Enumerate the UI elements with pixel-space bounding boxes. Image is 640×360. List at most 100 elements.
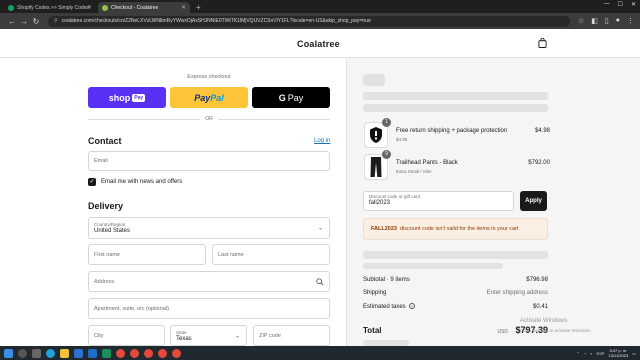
login-link[interactable]: Log in bbox=[314, 138, 330, 144]
taxes-label-group: Estimated taxes? bbox=[363, 303, 415, 310]
first-name-placeholder: First name bbox=[94, 251, 120, 258]
city-field[interactable]: City bbox=[88, 325, 165, 346]
menu-icon[interactable]: ⋮ bbox=[627, 17, 634, 25]
windows-taskbar: ⌃ ◔ ◖ ESP 3:47 p. m. 13/11/2023 ▭ bbox=[0, 346, 640, 360]
browser-tab-bar: Shopify Codes >> Simply Codes ✕ Checkout… bbox=[0, 0, 640, 13]
country-label: Country/Region bbox=[94, 222, 126, 227]
or-text: OR bbox=[205, 116, 213, 122]
forward-icon[interactable]: → bbox=[18, 17, 30, 26]
profile-icon[interactable]: ● bbox=[616, 17, 620, 25]
taxes-value: $0.41 bbox=[532, 303, 548, 310]
address-field[interactable]: Address bbox=[88, 271, 330, 292]
close-tab-icon[interactable]: ✕ bbox=[87, 4, 92, 11]
back-icon[interactable]: ← bbox=[6, 17, 18, 26]
chrome-icon[interactable] bbox=[158, 348, 167, 358]
sidepanel-icon[interactable]: ▯ bbox=[605, 17, 609, 25]
discount-error-message: FALL2023 discount code isn't valid for t… bbox=[363, 218, 548, 240]
item-price: $792.00 bbox=[528, 160, 550, 166]
browser-toolbar: ← → ↻ ⚲ coalatree.com/checkouts/cn/Z2NeL… bbox=[0, 13, 640, 29]
clock[interactable]: 3:47 p. m. 13/11/2023 bbox=[608, 348, 628, 358]
close-tab-icon[interactable]: ✕ bbox=[181, 4, 186, 11]
taxes-label: Estimated taxes bbox=[363, 304, 406, 310]
new-tab-button[interactable]: + bbox=[192, 2, 205, 13]
divider-line bbox=[217, 118, 330, 120]
browser-tab-checkout[interactable]: Checkout - Coalatree ✕ bbox=[98, 2, 190, 13]
apartment-field[interactable]: Apartment, suite, etc (optional) bbox=[88, 298, 330, 319]
shop-pay-text: shop bbox=[108, 92, 131, 103]
currency-code: USD bbox=[497, 329, 508, 335]
subtotal-value: $796.98 bbox=[526, 277, 548, 283]
error-text: discount code isn't valid for the items … bbox=[399, 226, 519, 232]
subtotal-row: Subtotal · 9 items $796.98 bbox=[363, 277, 548, 283]
bookmark-star-icon[interactable]: ☆ bbox=[578, 17, 584, 25]
tray-chevron-icon[interactable]: ⌃ bbox=[576, 351, 579, 356]
newsletter-label: Email me with news and offers bbox=[101, 179, 183, 185]
clock-date: 13/11/2023 bbox=[608, 353, 629, 358]
volume-icon[interactable]: ◖ bbox=[590, 351, 592, 356]
chrome-icon[interactable] bbox=[172, 348, 181, 358]
or-divider: OR bbox=[88, 115, 330, 123]
zip-field[interactable]: ZIP code bbox=[253, 325, 330, 346]
reload-icon[interactable]: ↻ bbox=[30, 17, 42, 26]
item-name: Trailhead Pants - Black bbox=[396, 160, 458, 166]
loading-placeholder bbox=[363, 263, 503, 269]
error-code: FALL2023 bbox=[371, 226, 397, 232]
minimize-icon[interactable]: — bbox=[604, 1, 610, 8]
close-window-icon[interactable]: ✕ bbox=[631, 1, 636, 8]
divider-line bbox=[88, 118, 201, 120]
file-explorer-icon[interactable] bbox=[60, 348, 69, 358]
newsletter-checkbox[interactable]: ✓ bbox=[88, 178, 96, 186]
item-price: $4.98 bbox=[534, 128, 550, 134]
first-name-field[interactable]: First name bbox=[88, 244, 206, 265]
chrome-icon[interactable] bbox=[130, 348, 139, 358]
google-pay-button[interactable]: G Pay bbox=[252, 87, 330, 108]
tab-title: Shopify Codes >> Simply Codes bbox=[17, 4, 89, 11]
email-placeholder: Email bbox=[94, 158, 108, 164]
shopping-bag-icon[interactable] bbox=[538, 38, 547, 48]
chrome-icon[interactable] bbox=[116, 348, 125, 358]
paypal-logo-part2: Pal bbox=[210, 92, 224, 103]
email-field[interactable]: Email bbox=[88, 151, 330, 171]
task-view-icon[interactable] bbox=[32, 348, 41, 358]
country-select[interactable]: Country/Region United States ⌄ bbox=[88, 217, 330, 239]
shop-pay-button[interactable]: shop Pay bbox=[88, 87, 166, 108]
shipping-label: Shipping bbox=[363, 290, 387, 296]
discount-code-input[interactable]: Discount code or gift card fall2023 bbox=[363, 191, 514, 211]
chevron-down-icon: ⌄ bbox=[317, 225, 323, 232]
app-icon[interactable] bbox=[102, 348, 111, 358]
info-icon[interactable]: ? bbox=[408, 303, 415, 309]
window-controls: — ☐ ✕ bbox=[604, 1, 636, 8]
maximize-icon[interactable]: ☐ bbox=[618, 1, 623, 8]
windows-start-icon[interactable] bbox=[4, 348, 13, 358]
chrome-icon[interactable] bbox=[144, 348, 153, 358]
state-select[interactable]: State Texas ⌄ bbox=[170, 325, 247, 346]
address-bar[interactable]: ⚲ coalatree.com/checkouts/cn/Z2NeLXVzLWN… bbox=[48, 15, 570, 27]
network-icon[interactable]: ◔ bbox=[584, 351, 586, 356]
quantity-badge: 9 bbox=[382, 150, 391, 159]
mail-icon[interactable] bbox=[88, 348, 97, 358]
apply-discount-button[interactable]: Apply bbox=[520, 191, 547, 211]
discount-label: Discount code or gift card bbox=[369, 194, 421, 199]
site-info-icon[interactable]: ⚲ bbox=[54, 18, 58, 24]
quantity-badge: 1 bbox=[382, 118, 391, 127]
taxes-row: Estimated taxes? $0.41 bbox=[363, 303, 548, 310]
paypal-button[interactable]: Pay Pal bbox=[170, 87, 248, 108]
state-label: State bbox=[176, 329, 187, 335]
language-indicator[interactable]: ESP bbox=[596, 351, 604, 356]
loading-placeholder bbox=[363, 251, 548, 259]
edge-icon[interactable] bbox=[46, 348, 55, 358]
shop-pay-badge: Pay bbox=[132, 93, 146, 102]
express-checkout-buttons: shop Pay Pay Pal G Pay bbox=[88, 87, 330, 108]
extensions-icon[interactable]: ◧ bbox=[591, 17, 598, 25]
system-tray: ⌃ ◔ ◖ ESP 3:47 p. m. 13/11/2023 ▭ bbox=[576, 346, 636, 360]
loading-placeholder bbox=[363, 104, 548, 112]
store-name[interactable]: Coalatree bbox=[297, 39, 340, 49]
store-icon[interactable] bbox=[74, 348, 83, 358]
notifications-icon[interactable]: ▭ bbox=[632, 351, 636, 356]
search-icon[interactable] bbox=[18, 348, 27, 358]
checkout-form: Express checkout shop Pay Pay Pal G Pay O… bbox=[0, 58, 346, 346]
newsletter-option[interactable]: ✓ Email me with news and offers bbox=[88, 178, 182, 186]
delivery-heading: Delivery bbox=[88, 201, 124, 211]
browser-tab-simplycodes[interactable]: Shopify Codes >> Simply Codes ✕ bbox=[4, 2, 96, 13]
last-name-field[interactable]: Last name bbox=[212, 244, 330, 265]
